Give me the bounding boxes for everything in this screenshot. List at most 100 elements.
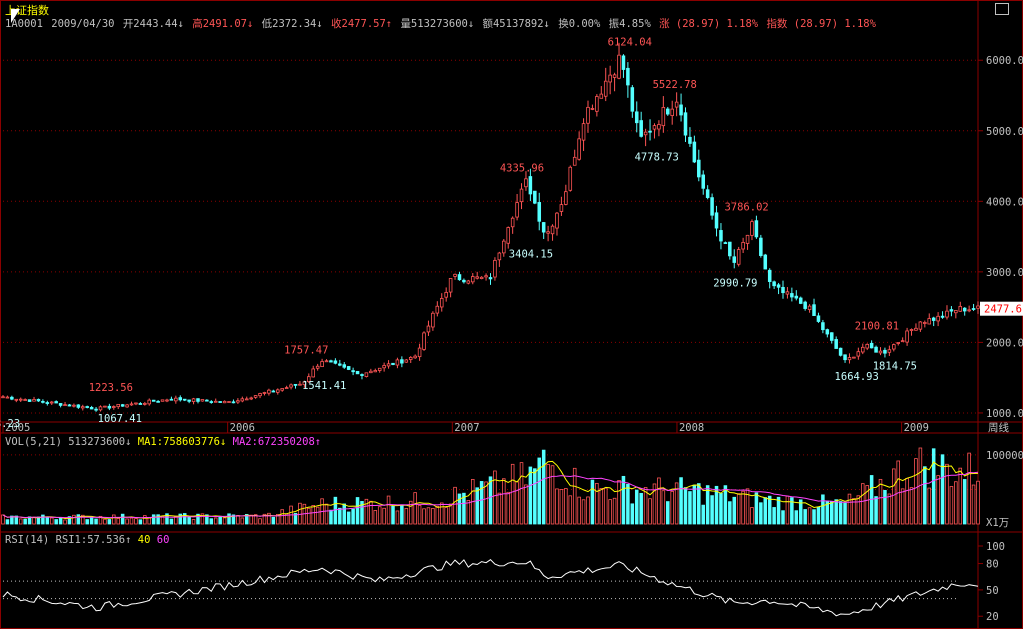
- candle-body: [205, 399, 209, 402]
- candle-body: [63, 404, 67, 407]
- candle-body: [639, 120, 643, 137]
- volume-bar: [914, 458, 918, 525]
- candle-body: [608, 74, 612, 83]
- volume-bar: [45, 517, 50, 525]
- candle-body: [905, 330, 909, 343]
- volume-bar: [728, 501, 732, 525]
- candle-body: [710, 197, 714, 216]
- period-label: 周线: [988, 421, 1009, 434]
- volume-bar: [209, 518, 214, 525]
- volume-bar: [41, 514, 45, 525]
- volume-bar: [843, 502, 847, 525]
- candle-body: [89, 406, 94, 410]
- candle-body: [754, 220, 759, 238]
- volume-bar: [510, 463, 515, 525]
- candle-body: [373, 370, 378, 373]
- candle-body: [222, 400, 227, 404]
- candle-body: [329, 360, 333, 363]
- candle-body: [386, 363, 391, 367]
- volume-bar: [586, 496, 590, 525]
- candle-body: [333, 360, 338, 364]
- candle-body: [76, 404, 81, 408]
- volume-bar: [812, 509, 816, 525]
- candle-body: [448, 278, 453, 293]
- candle-body: [732, 256, 737, 263]
- volume-bar: [954, 481, 958, 525]
- candle-body: [798, 297, 803, 304]
- candle-body: [138, 403, 143, 405]
- candle-body: [603, 80, 608, 97]
- price-annotation: 3786.02: [724, 201, 768, 213]
- volume-bar: [723, 485, 728, 525]
- price-annotation: 4335.96: [500, 163, 544, 175]
- volume-bar: [143, 515, 147, 525]
- volume-bar: [134, 518, 138, 525]
- candle-body: [595, 96, 599, 112]
- volume-bar: [741, 490, 745, 525]
- volume-bar: [595, 482, 599, 525]
- volume-bar: [750, 507, 754, 525]
- candle-body: [577, 138, 581, 160]
- candle-body: [280, 388, 284, 391]
- candle-body: [276, 389, 280, 393]
- volume-bar: [949, 486, 954, 525]
- volume-bar: [550, 465, 555, 525]
- volume-bar: [120, 513, 125, 525]
- candle-body: [728, 241, 732, 257]
- candle-body: [364, 372, 369, 377]
- volume-bar: [816, 506, 821, 525]
- volume-bar: [426, 507, 431, 525]
- window-restore-icon[interactable]: [995, 3, 1009, 15]
- candle-body: [244, 398, 249, 401]
- candle-body: [617, 54, 621, 79]
- rsi-legend-label: RSI(14): [5, 534, 50, 546]
- candle-body: [612, 74, 617, 78]
- candle-body: [586, 106, 590, 124]
- candle-body: [745, 234, 750, 244]
- candle-body: [812, 304, 816, 316]
- quote-open: 开2443.44↓: [122, 18, 184, 30]
- price-annotation: 3404.15: [509, 248, 553, 260]
- candle-body: [794, 295, 799, 299]
- candle-body: [471, 276, 475, 283]
- candle-body: [213, 400, 218, 403]
- volume-bar: [736, 493, 741, 525]
- candle-body: [18, 398, 23, 401]
- candle-body: [967, 309, 971, 312]
- volume-bar: [63, 519, 67, 525]
- candle-body: [643, 131, 648, 136]
- candle-body: [776, 284, 781, 288]
- candle-body: [865, 343, 869, 349]
- candle-body: [785, 291, 790, 295]
- volume-bar: [54, 519, 58, 525]
- candle-body: [315, 365, 320, 369]
- candle-body: [466, 280, 471, 284]
- volume-bar: [909, 487, 914, 525]
- price-annotation: 4778.73: [635, 151, 679, 163]
- vol-legend-ma2: MA2:672350208↑: [232, 436, 322, 448]
- price-annotation: 1223.56: [89, 382, 133, 394]
- candle-body: [564, 191, 568, 205]
- candle-body: [360, 374, 364, 376]
- volume-bar: [541, 449, 546, 525]
- candle-body: [160, 399, 165, 402]
- volume-bar: [767, 495, 772, 525]
- volume-bar: [5, 519, 10, 525]
- volume-bar: [732, 496, 737, 525]
- candle-body: [457, 274, 462, 281]
- candle-body: [533, 190, 537, 204]
- candle-body: [218, 401, 222, 403]
- vol-tick-label: 100000: [986, 450, 1023, 462]
- volume-bar: [701, 504, 705, 525]
- candle-body: [151, 399, 156, 402]
- volume-bar: [497, 492, 502, 525]
- candle-body: [927, 318, 932, 325]
- candle-body: [918, 321, 923, 330]
- candle-body: [555, 212, 559, 229]
- volume-bar: [803, 509, 807, 525]
- volume-bar: [107, 519, 112, 525]
- candle-body: [413, 355, 417, 359]
- volume-bar: [697, 483, 701, 525]
- volume-bar: [626, 483, 630, 525]
- candle-body: [883, 349, 887, 354]
